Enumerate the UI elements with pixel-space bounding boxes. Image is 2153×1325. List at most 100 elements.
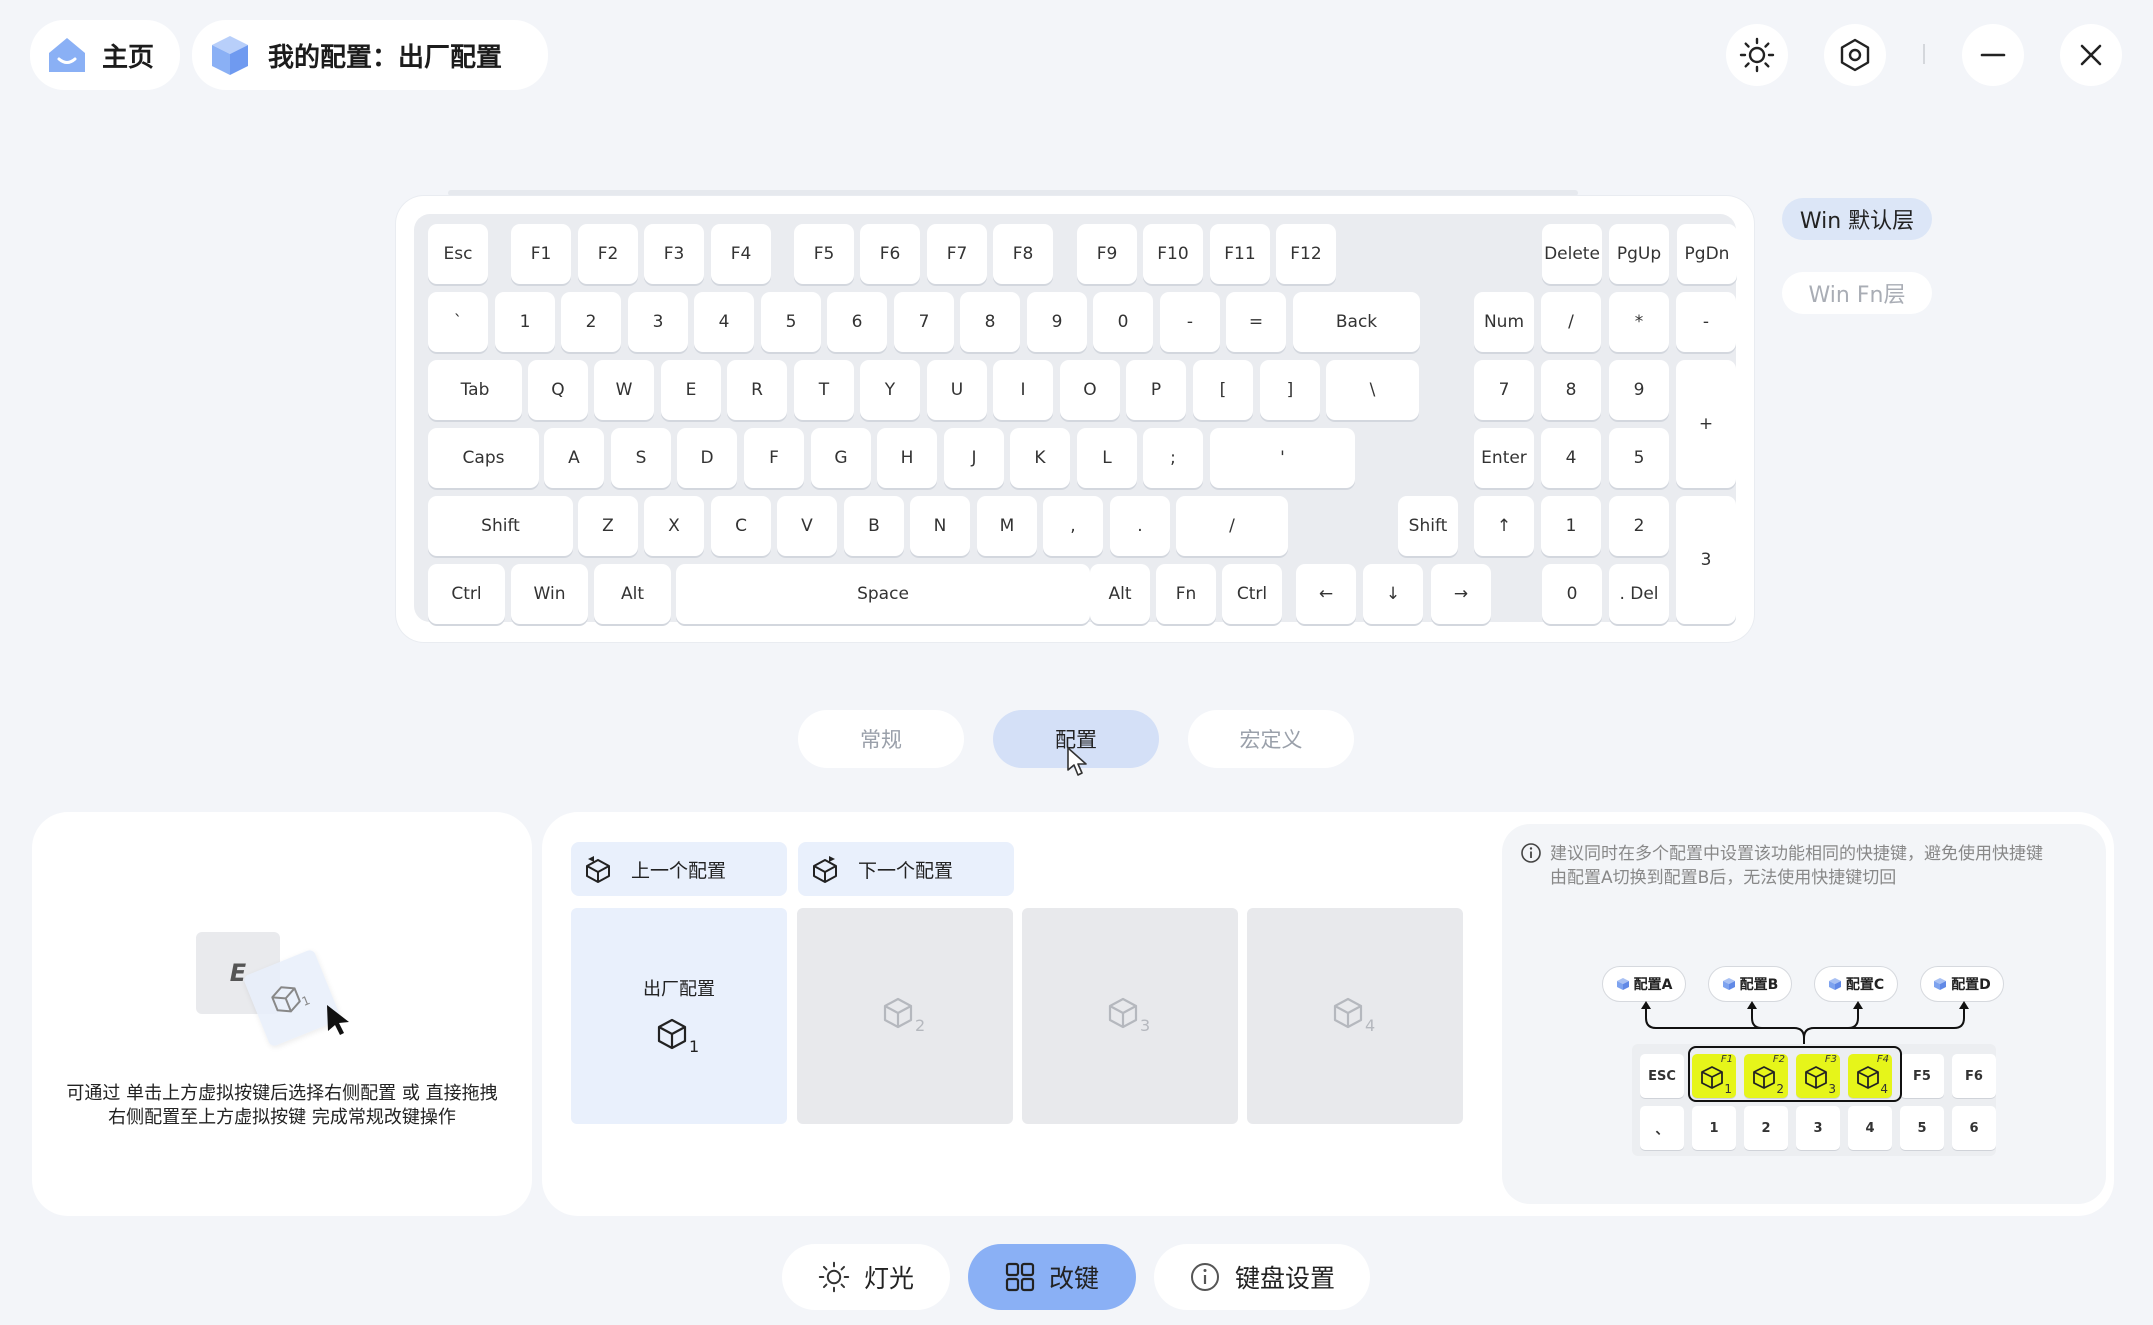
key[interactable]: 4 [1541, 428, 1601, 488]
key[interactable]: G [811, 428, 871, 488]
key[interactable]: 8 [1541, 360, 1601, 420]
key[interactable]: PgUp [1609, 224, 1669, 284]
key[interactable]: Fn [1156, 564, 1216, 624]
key[interactable]: F [744, 428, 804, 488]
key[interactable]: . Del [1609, 564, 1669, 624]
key[interactable]: - [1676, 292, 1736, 352]
key[interactable]: Num [1474, 292, 1534, 352]
key[interactable]: F2 [578, 224, 638, 284]
config-tile-4[interactable]: 4 [1247, 908, 1463, 1124]
key[interactable]: ; [1143, 428, 1203, 488]
key[interactable]: P [1126, 360, 1186, 420]
key[interactable]: E [661, 360, 721, 420]
key[interactable]: ] [1260, 360, 1320, 420]
next-config-button[interactable]: 下一个配置 [798, 842, 1014, 896]
key[interactable]: C [711, 496, 771, 556]
key[interactable]: 2 [561, 292, 621, 352]
current-config-pill[interactable]: 我的配置：出厂配置 [192, 20, 548, 90]
key[interactable]: Esc [428, 224, 488, 284]
key[interactable]: / [1541, 292, 1601, 352]
key[interactable]: Q [528, 360, 588, 420]
key[interactable]: * [1609, 292, 1669, 352]
key[interactable]: L [1077, 428, 1137, 488]
key[interactable]: N [910, 496, 970, 556]
settings-button[interactable] [1824, 24, 1886, 86]
key[interactable]: F6 [860, 224, 920, 284]
key[interactable]: / [1176, 496, 1288, 556]
config-tile-1[interactable]: 出厂配置 1 [571, 908, 787, 1124]
key[interactable]: ` [428, 292, 488, 352]
brightness-button[interactable] [1726, 24, 1788, 86]
key[interactable]: + [1676, 360, 1736, 488]
key[interactable]: 3 [628, 292, 688, 352]
key[interactable]: Delete [1542, 224, 1602, 284]
key[interactable]: 6 [827, 292, 887, 352]
key[interactable]: 0 [1542, 564, 1602, 624]
key[interactable]: D [677, 428, 737, 488]
key[interactable]: 5 [761, 292, 821, 352]
tab-macro[interactable]: 宏定义 [1188, 710, 1354, 768]
key[interactable]: A [544, 428, 604, 488]
key[interactable]: K [1010, 428, 1070, 488]
key[interactable]: R [727, 360, 787, 420]
key[interactable]: → [1431, 564, 1491, 624]
minimize-button[interactable] [1962, 24, 2024, 86]
key[interactable]: V [777, 496, 837, 556]
key[interactable]: F12 [1276, 224, 1336, 284]
key[interactable]: PgDn [1677, 224, 1737, 284]
key[interactable]: Win [511, 564, 588, 624]
key[interactable]: J [944, 428, 1004, 488]
key[interactable]: Ctrl [428, 564, 505, 624]
key[interactable]: \ [1326, 360, 1419, 420]
key[interactable]: 5 [1609, 428, 1669, 488]
tab-general[interactable]: 常规 [798, 710, 964, 768]
nav-remap-button[interactable]: 改键 [968, 1244, 1136, 1310]
key[interactable]: - [1160, 292, 1220, 352]
key[interactable]: [ [1193, 360, 1253, 420]
key[interactable]: Space [676, 564, 1090, 624]
key[interactable]: W [594, 360, 654, 420]
config-tile-2[interactable]: 2 [797, 908, 1013, 1124]
key[interactable]: 3 [1676, 496, 1736, 624]
key[interactable]: 7 [894, 292, 954, 352]
key[interactable]: F9 [1077, 224, 1137, 284]
key[interactable]: Caps [428, 428, 539, 488]
key[interactable]: 0 [1093, 292, 1153, 352]
key[interactable]: = [1226, 292, 1286, 352]
key[interactable]: F8 [993, 224, 1053, 284]
key[interactable]: I [993, 360, 1053, 420]
key[interactable]: H [877, 428, 937, 488]
key[interactable]: ↓ [1363, 564, 1423, 624]
key[interactable]: S [611, 428, 671, 488]
key[interactable]: 9 [1027, 292, 1087, 352]
key[interactable]: Alt [594, 564, 671, 624]
key[interactable]: F7 [927, 224, 987, 284]
key[interactable]: , [1043, 496, 1103, 556]
close-button[interactable] [2060, 24, 2122, 86]
key[interactable]: Y [860, 360, 920, 420]
key[interactable]: . [1110, 496, 1170, 556]
key[interactable]: Shift [1398, 496, 1458, 556]
key[interactable]: Tab [428, 360, 522, 420]
key[interactable]: 8 [960, 292, 1020, 352]
key[interactable]: Enter [1474, 428, 1534, 488]
prev-config-button[interactable]: 上一个配置 [571, 842, 787, 896]
key[interactable]: X [644, 496, 704, 556]
key[interactable]: F3 [644, 224, 704, 284]
key[interactable]: 7 [1474, 360, 1534, 420]
layer-default-button[interactable]: Win 默认层 [1782, 198, 1932, 240]
nav-lighting-button[interactable]: 灯光 [782, 1244, 950, 1310]
key[interactable]: F4 [711, 224, 771, 284]
key[interactable]: 4 [694, 292, 754, 352]
key[interactable]: Alt [1090, 564, 1150, 624]
key[interactable]: F1 [511, 224, 571, 284]
key[interactable]: ↑ [1474, 496, 1534, 556]
key[interactable]: U [927, 360, 987, 420]
key[interactable]: F11 [1210, 224, 1270, 284]
key[interactable]: O [1060, 360, 1120, 420]
key[interactable]: M [977, 496, 1037, 556]
key[interactable]: 9 [1609, 360, 1669, 420]
layer-fn-button[interactable]: Win Fn层 [1782, 272, 1932, 314]
key[interactable]: ← [1296, 564, 1356, 624]
config-tile-3[interactable]: 3 [1022, 908, 1238, 1124]
